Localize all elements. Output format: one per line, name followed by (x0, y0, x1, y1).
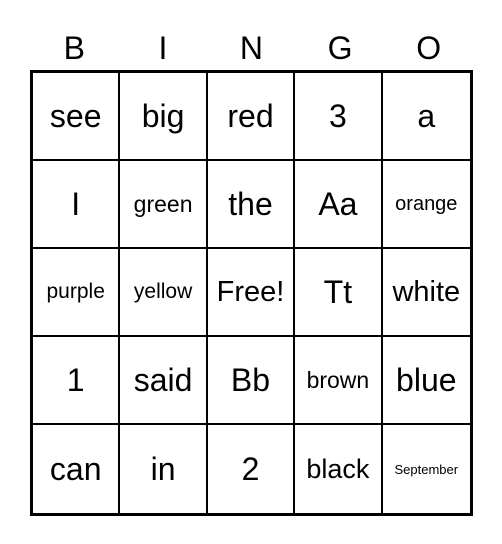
bingo-cell-text: said (133, 361, 193, 398)
bingo-grid: see big red 3 a Igreen the Aa orange purple yellow… (30, 70, 473, 516)
bingo-cell: can (33, 425, 121, 513)
bingo-cell-text: 2 (241, 450, 260, 487)
bingo-cell-text: red (227, 97, 274, 134)
bingo-cell: yellow (120, 249, 208, 337)
bingo-cell-text: yellow (133, 280, 193, 303)
header-letter-i: I (158, 30, 168, 66)
bingo-cell-text: white (392, 275, 461, 308)
bingo-cell: Bb (207, 337, 296, 425)
bingo-cell-text: brown (306, 366, 370, 393)
bingo-cell: the (207, 161, 296, 249)
bingo-cell: a (382, 73, 470, 161)
bingo-cell: September (383, 425, 470, 513)
header-letter-n: N (239, 30, 264, 66)
bingo-cell: Aa (295, 161, 383, 249)
bingo-cell: orange (382, 161, 470, 249)
bingo-cell: 3 (295, 73, 383, 161)
bingo-cell: brown (295, 337, 383, 425)
bingo-cell: Tt (295, 249, 383, 337)
bingo-cell-text: orange (395, 192, 458, 215)
header-letter-b: B (63, 30, 85, 66)
bingo-cell-text: in (150, 450, 176, 487)
bingo-cell: white (382, 249, 470, 337)
bingo-cell-text: 3 (328, 97, 347, 134)
bingo-cell: 1 (33, 337, 121, 425)
bingo-cell-text: Tt (323, 273, 353, 310)
header-letter-o: O (416, 30, 442, 66)
bingo-header: B I N G O (30, 28, 473, 68)
bingo-cell-text: 1 (66, 361, 85, 398)
bingo-cell: 2 (208, 425, 296, 513)
bingo-cell: in (120, 425, 208, 513)
bingo-cell-text: Free! (216, 275, 285, 308)
bingo-cell: purple (33, 249, 121, 337)
bingo-cell-text: the (228, 185, 273, 222)
bingo-cell: see (33, 73, 121, 161)
bingo-cell-text: big (141, 97, 185, 134)
bingo-cell-text: see (49, 97, 102, 134)
bingo-cell: green (120, 161, 208, 249)
bingo-cell: red (207, 73, 296, 161)
bingo-cell: big (120, 73, 208, 161)
bingo-cell-text: a (417, 97, 436, 134)
bingo-cell-text: black (306, 453, 370, 484)
bingo-cell: Free! (207, 249, 296, 337)
bingo-cell-text: blue (396, 361, 457, 398)
bingo-cell: black (295, 425, 383, 513)
bingo-cell-text: green (133, 190, 193, 217)
bingo-cell-text: purple (46, 280, 105, 303)
bingo-cell: I (33, 161, 121, 249)
bingo-cell-text: Aa (318, 185, 358, 222)
header-letter-g: G (327, 30, 353, 66)
bingo-cell: blue (382, 337, 470, 425)
bingo-cell-text: Bb (230, 361, 271, 398)
bingo-cell-text: I (71, 185, 81, 222)
bingo-cell: said (120, 337, 208, 425)
bingo-cell-text: can (49, 450, 102, 487)
bingo-cell-text: September (394, 461, 459, 477)
